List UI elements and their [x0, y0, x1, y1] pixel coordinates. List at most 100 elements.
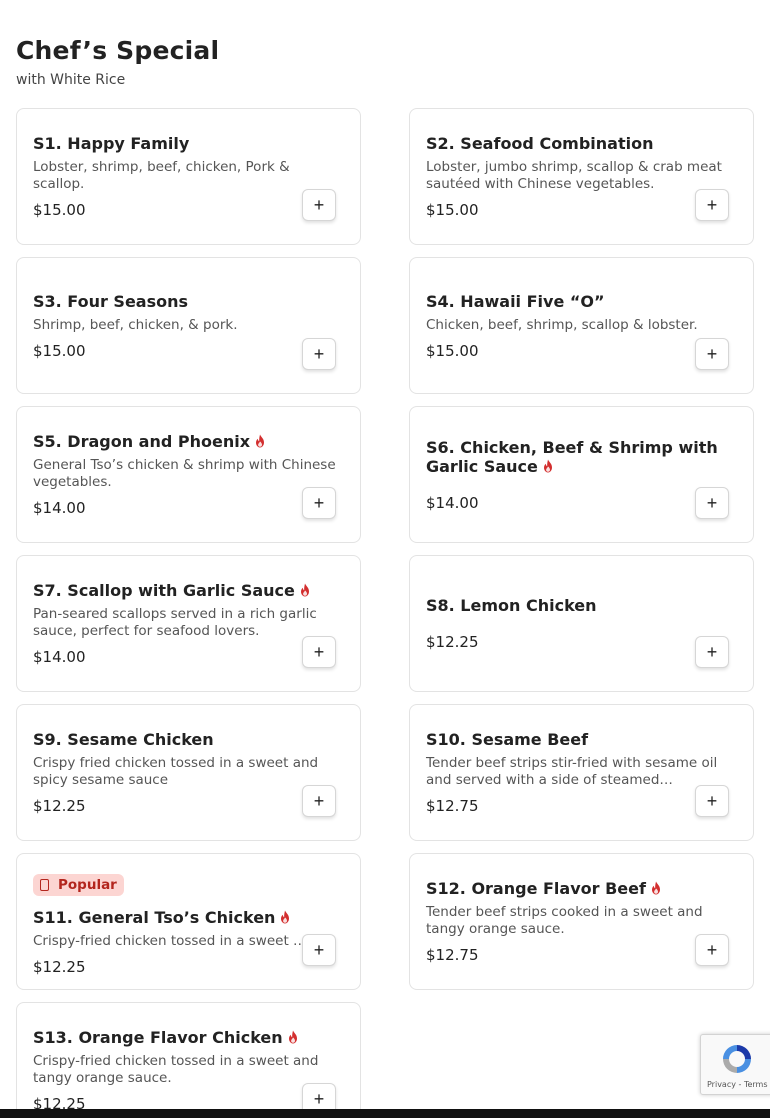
- menu-item-name-text: S7. Scallop with Garlic Sauce: [33, 581, 295, 600]
- menu-item-name: S10. Sesame Beef: [426, 730, 737, 749]
- menu-item-description: Tender beef strips stir-fried with sesam…: [426, 755, 718, 788]
- menu-item-name-text: S4. Hawaii Five “O”: [426, 291, 605, 311]
- add-to-cart-button[interactable]: +: [302, 636, 336, 668]
- add-to-cart-button[interactable]: +: [695, 785, 729, 817]
- add-to-cart-button[interactable]: +: [695, 636, 729, 668]
- menu-item-name: S3. Four Seasons: [33, 292, 344, 311]
- menu-item-content: S7. Scallop with Garlic Sauce Pan-seared …: [33, 556, 344, 691]
- bottom-bar: [0, 1109, 770, 1118]
- menu-item-card[interactable]: S3. Four Seasons Shrimp, beef, chicken, &…: [16, 257, 361, 394]
- menu-item-price: $12.25: [426, 633, 479, 651]
- recaptcha-links[interactable]: Privacy - Terms: [707, 1080, 768, 1089]
- menu-item-name-text: S2. Seafood Combination: [426, 134, 654, 153]
- spicy-flame-icon: [542, 458, 554, 472]
- menu-item-name: S7. Scallop with Garlic Sauce: [33, 581, 344, 600]
- popular-badge: Popular: [33, 873, 124, 896]
- spicy-flame-icon: [299, 582, 311, 597]
- menu-item-name-text: S9. Sesame Chicken: [33, 730, 214, 749]
- menu-item-price: $12.75: [426, 946, 479, 964]
- menu-item-price: $12.25: [33, 957, 86, 976]
- add-to-cart-button[interactable]: +: [695, 189, 729, 221]
- menu-item-content: S9. Sesame Chicken Crispy fried chicken t…: [33, 705, 344, 840]
- menu-item-description: Tender beef strips cooked in a sweet and…: [426, 904, 703, 937]
- menu-item-content: S12. Orange Flavor Beef Tender beef strip…: [426, 854, 737, 989]
- menu-item-content: S2. Seafood Combination Lobster, jumbo sh…: [426, 109, 737, 244]
- menu-item-content: Popular S11. General Tso’s Chicken Crispy-…: [33, 854, 344, 989]
- menu-item-price: $15.00: [33, 341, 86, 360]
- menu-item-card[interactable]: S10. Sesame Beef Tender beef strips stir-…: [409, 704, 754, 841]
- menu-item-description: Crispy fried chicken tossed in a sweet a…: [33, 755, 319, 788]
- menu-item-description: Shrimp, beef, chicken, & pork.: [33, 316, 238, 333]
- menu-item-content: S4. Hawaii Five “O” Chicken, beef, shrimp…: [426, 258, 737, 393]
- menu-item-description: Lobster, shrimp, beef, chicken, Pork & s…: [33, 159, 290, 192]
- spicy-flame-icon: [254, 433, 266, 448]
- spicy-flame-icon: [650, 880, 662, 895]
- add-to-cart-button[interactable]: +: [695, 338, 729, 370]
- menu-item-content: S8. Lemon Chicken $12.25: [426, 556, 737, 691]
- add-to-cart-button[interactable]: +: [302, 189, 336, 221]
- menu-item-price: $12.25: [33, 797, 86, 815]
- menu-item-description: Chicken, beef, shrimp, scallop & lobster…: [426, 316, 698, 333]
- menu-item-name-text: S13. Orange Flavor Chicken: [33, 1028, 283, 1047]
- menu-item-name: S2. Seafood Combination: [426, 134, 737, 153]
- menu-item-name-text: S3. Four Seasons: [33, 291, 189, 311]
- recaptcha-badge[interactable]: Privacy - Terms: [700, 1034, 770, 1095]
- menu-item-name-text: S1. Happy Family: [33, 134, 190, 153]
- spicy-flame-icon: [279, 909, 291, 923]
- menu-item-name: S13. Orange Flavor Chicken: [33, 1028, 344, 1047]
- menu-item-content: S1. Happy Family Lobster, shrimp, beef, c…: [33, 109, 344, 244]
- menu-item-content: S3. Four Seasons Shrimp, beef, chicken, &…: [33, 258, 344, 393]
- menu-item-description: Crispy-fried chicken tossed in a sweet …: [33, 932, 307, 949]
- popular-icon: [40, 878, 49, 891]
- menu-item-name-text: S12. Orange Flavor Beef: [426, 879, 646, 898]
- menu-item-description: Lobster, jumbo shrimp, scallop & crab me…: [426, 159, 722, 192]
- add-to-cart-button[interactable]: +: [302, 934, 336, 966]
- menu-item-price: $15.00: [426, 341, 479, 360]
- menu-item-description: General Tso’s chicken & shrimp with Chin…: [33, 457, 336, 490]
- menu-item-content: S10. Sesame Beef Tender beef strips stir-…: [426, 705, 737, 840]
- menu-item-name: S11. General Tso’s Chicken: [33, 908, 344, 927]
- add-to-cart-button[interactable]: +: [302, 785, 336, 817]
- menu-item-description: Crispy-fried chicken tossed in a sweet a…: [33, 1053, 319, 1086]
- spicy-flame-icon: [287, 1029, 299, 1044]
- menu-item-name-text: S6. Chicken, Beef & Shrimp with Garlic S…: [426, 437, 718, 476]
- section-title: Chef’s Special: [16, 36, 220, 65]
- popular-badge-label: Popular: [58, 876, 117, 893]
- menu-item-price: $15.00: [33, 201, 86, 219]
- menu-item-card[interactable]: S9. Sesame Chicken Crispy fried chicken t…: [16, 704, 361, 841]
- menu-item-name: S6. Chicken, Beef & Shrimp with Garlic S…: [426, 438, 737, 476]
- section-subtitle: with White Rice: [16, 72, 126, 88]
- menu-item-card[interactable]: S4. Hawaii Five “O” Chicken, beef, shrimp…: [409, 257, 754, 394]
- menu-item-price: $12.75: [426, 797, 479, 815]
- add-to-cart-button[interactable]: +: [302, 487, 336, 519]
- menu-item-name: S1. Happy Family: [33, 134, 344, 153]
- menu-item-card[interactable]: S13. Orange Flavor Chicken Crispy-fried c…: [16, 1002, 361, 1118]
- menu-item-content: S6. Chicken, Beef & Shrimp with Garlic S…: [426, 407, 737, 542]
- add-to-cart-button[interactable]: +: [695, 934, 729, 966]
- add-to-cart-button[interactable]: +: [302, 338, 336, 370]
- menu-item-price: $14.00: [33, 499, 86, 517]
- menu-item-content: S13. Orange Flavor Chicken Crispy-fried c…: [33, 1003, 344, 1118]
- menu-item-name: S5. Dragon and Phoenix: [33, 432, 344, 451]
- menu-item-name: S8. Lemon Chicken: [426, 596, 737, 615]
- menu-page: Chef’s Special with White Rice S1. Happy…: [0, 0, 770, 1118]
- menu-item-card[interactable]: S8. Lemon Chicken $12.25 +: [409, 555, 754, 692]
- add-to-cart-button[interactable]: +: [695, 487, 729, 519]
- menu-item-card[interactable]: S6. Chicken, Beef & Shrimp with Garlic S…: [409, 406, 754, 543]
- menu-item-card[interactable]: S2. Seafood Combination Lobster, jumbo sh…: [409, 108, 754, 245]
- recaptcha-icon: [723, 1045, 751, 1073]
- menu-item-name-text: S10. Sesame Beef: [426, 730, 589, 749]
- menu-item-card[interactable]: S5. Dragon and Phoenix General Tso’s chic…: [16, 406, 361, 543]
- menu-item-content: S5. Dragon and Phoenix General Tso’s chic…: [33, 407, 344, 542]
- menu-item-name: S9. Sesame Chicken: [33, 730, 344, 749]
- menu-item-card[interactable]: Popular S11. General Tso’s Chicken Crispy-…: [16, 853, 361, 990]
- menu-item-name: S4. Hawaii Five “O”: [426, 292, 737, 311]
- menu-item-card[interactable]: S12. Orange Flavor Beef Tender beef strip…: [409, 853, 754, 990]
- menu-item-name-text: S8. Lemon Chicken: [426, 596, 597, 615]
- menu-item-description: Pan-seared scallops served in a rich gar…: [33, 606, 317, 639]
- menu-item-name: S12. Orange Flavor Beef: [426, 879, 737, 898]
- menu-item-card[interactable]: S7. Scallop with Garlic Sauce Pan-seared …: [16, 555, 361, 692]
- menu-item-card[interactable]: S1. Happy Family Lobster, shrimp, beef, c…: [16, 108, 361, 245]
- menu-item-price: $14.00: [426, 493, 479, 512]
- menu-item-price: $14.00: [33, 648, 86, 666]
